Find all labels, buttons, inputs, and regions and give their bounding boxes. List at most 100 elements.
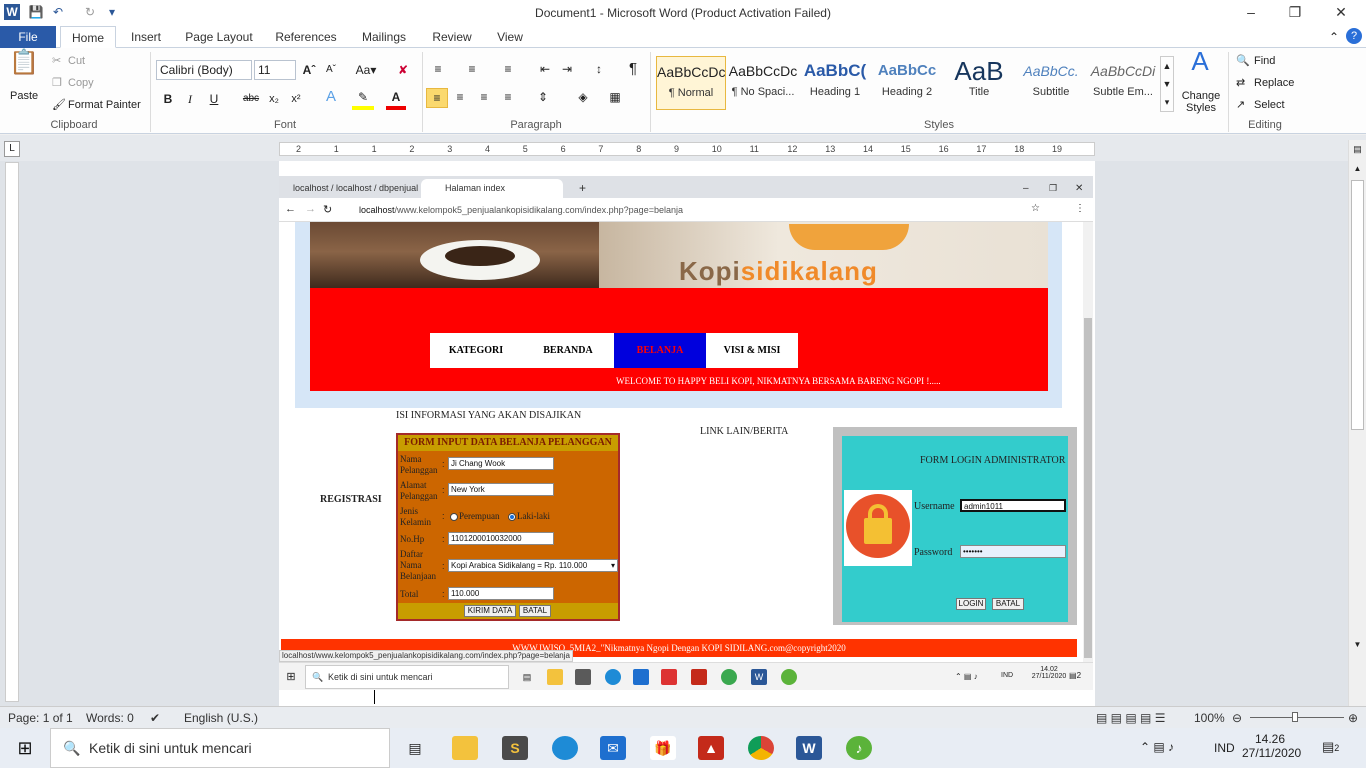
- mail-icon[interactable]: ✉: [600, 736, 626, 760]
- copy-button[interactable]: Copy: [68, 77, 94, 89]
- store-icon[interactable]: 🎁: [650, 736, 676, 760]
- tab-file[interactable]: File: [0, 26, 56, 48]
- minimize-ribbon-icon[interactable]: ⌃: [1326, 28, 1342, 46]
- numbering-icon[interactable]: ≡: [462, 60, 482, 78]
- tab-review[interactable]: Review: [424, 26, 480, 48]
- minimize-button[interactable]: –: [1236, 4, 1266, 20]
- format-painter-button[interactable]: Format Painter: [68, 99, 141, 111]
- line-spacing-icon[interactable]: ⇕: [532, 88, 554, 106]
- sublime-icon[interactable]: S: [502, 736, 528, 760]
- zoom-out-icon[interactable]: ⊖: [1232, 711, 1242, 725]
- reload-icon[interactable]: ↻: [323, 203, 332, 216]
- inner-lang[interactable]: IND: [1001, 672, 1013, 679]
- italic-icon[interactable]: I: [182, 90, 198, 108]
- find-icon[interactable]: 🔍: [1236, 54, 1250, 67]
- inner-acrobat-icon[interactable]: [691, 669, 707, 685]
- browser-minimize-icon[interactable]: –: [1015, 179, 1029, 198]
- font-name-select[interactable]: Calibri (Body): [156, 60, 252, 80]
- underline-icon[interactable]: U: [206, 90, 222, 108]
- login-button[interactable]: LOGIN: [956, 598, 986, 610]
- cut-button[interactable]: Cut: [68, 55, 85, 67]
- change-styles-button[interactable]: Change Styles: [1178, 90, 1224, 114]
- bullets-icon[interactable]: ≡: [428, 60, 448, 78]
- tab-insert[interactable]: Insert: [120, 26, 172, 48]
- sort-icon[interactable]: ↕: [590, 60, 608, 78]
- scroll-thumb[interactable]: [1351, 180, 1364, 430]
- inner-app-icon[interactable]: [575, 669, 591, 685]
- scroll-up-icon[interactable]: ▲: [1351, 164, 1364, 173]
- language-indicator[interactable]: English (U.S.): [184, 711, 258, 725]
- inner-notification-icon[interactable]: ▤2: [1069, 671, 1081, 680]
- view-mode-icons[interactable]: ▤ ▤ ▤ ▤ ☰: [1096, 711, 1165, 725]
- acrobat-icon[interactable]: ▲: [698, 736, 724, 760]
- inner-word-icon[interactable]: W: [751, 669, 767, 685]
- text-effects-icon[interactable]: A: [320, 88, 342, 106]
- system-tray-icons[interactable]: ⌃ ▤ ♪: [1140, 740, 1174, 754]
- inner-start-icon[interactable]: ⊞: [283, 669, 299, 685]
- username-input[interactable]: admin1011: [960, 499, 1066, 512]
- zoom-level[interactable]: 100%: [1194, 711, 1225, 725]
- superscript-icon[interactable]: x²: [288, 90, 304, 108]
- forward-icon[interactable]: →: [305, 203, 316, 215]
- highlight-icon[interactable]: ✎: [352, 88, 374, 110]
- clock[interactable]: 14.26 27/11/2020: [1242, 732, 1301, 760]
- bookmark-star-icon[interactable]: ☆: [1031, 203, 1040, 214]
- tab-references[interactable]: References: [268, 26, 344, 48]
- show-marks-icon[interactable]: ¶: [624, 60, 642, 78]
- total-input[interactable]: 110.000: [448, 587, 554, 600]
- alamat-input[interactable]: New York: [448, 483, 554, 496]
- replace-button[interactable]: Replace: [1254, 77, 1294, 89]
- inner-mail-icon[interactable]: [633, 669, 649, 685]
- maximize-button[interactable]: ❐: [1280, 4, 1310, 21]
- password-input[interactable]: •••••••: [960, 545, 1066, 558]
- registrasi-label[interactable]: REGISTRASI: [320, 494, 382, 505]
- task-view-icon[interactable]: ▤: [402, 736, 428, 760]
- cut-icon[interactable]: ✂: [52, 54, 61, 67]
- style-heading-2[interactable]: AaBbCc Heading 2: [872, 56, 942, 110]
- replace-icon[interactable]: ⇄: [1236, 76, 1245, 89]
- zoom-slider-thumb[interactable]: [1292, 712, 1298, 722]
- taskbar-search-box[interactable]: 🔍 Ketik di sini untuk mencari: [50, 728, 390, 768]
- vertical-scrollbar[interactable]: ▤ ▲ ▼: [1348, 140, 1366, 706]
- nav-beranda[interactable]: BERANDA: [522, 333, 614, 368]
- chrome-icon[interactable]: [748, 736, 774, 760]
- tab-page-layout[interactable]: Page Layout: [178, 26, 260, 48]
- increase-indent-icon[interactable]: ⇥: [558, 60, 576, 78]
- decrease-indent-icon[interactable]: ⇤: [536, 60, 554, 78]
- tab-view[interactable]: View: [488, 26, 532, 48]
- style-no-spacing[interactable]: AaBbCcDc ¶ No Spaci...: [728, 56, 798, 110]
- change-styles-icon[interactable]: A: [1182, 48, 1218, 74]
- inner-tray-icons[interactable]: ⌃ ▤ ♪: [955, 672, 978, 681]
- browser-close-icon[interactable]: ✕: [1067, 179, 1083, 198]
- horizontal-ruler[interactable]: 2 1 1 2 3 4 5 6 7 8 9 10 11 12 13 14 15 16 17 18 19: [279, 142, 1095, 156]
- nav-kategori[interactable]: KATEGORI: [430, 333, 522, 368]
- paste-label[interactable]: Paste: [10, 90, 38, 102]
- multilevel-list-icon[interactable]: ≡: [498, 60, 518, 78]
- language-tray[interactable]: IND: [1214, 741, 1235, 755]
- vertical-ruler[interactable]: [5, 162, 19, 702]
- nama-input[interactable]: Ji Chang Wook: [448, 457, 554, 470]
- view-ruler-icon[interactable]: ▤: [1351, 144, 1364, 158]
- browser-maximize-icon[interactable]: ❐: [1041, 179, 1057, 198]
- select-button[interactable]: Select: [1254, 99, 1285, 111]
- format-painter-icon[interactable]: 🖌: [52, 98, 66, 111]
- word-count[interactable]: Words: 0: [86, 711, 134, 725]
- nav-visi-misi[interactable]: VISI & MISI: [706, 333, 798, 368]
- notification-icon[interactable]: ▤2: [1322, 739, 1339, 755]
- align-left-icon[interactable]: ≡: [426, 88, 448, 108]
- align-center-icon[interactable]: ≡: [450, 88, 470, 106]
- grow-font-icon[interactable]: Aˆ: [300, 61, 318, 79]
- url-field[interactable]: localhost/www.kelompok5_penjualankopisid…: [359, 205, 683, 215]
- scroll-down-icon[interactable]: ▼: [1351, 640, 1364, 649]
- inner-task-view-icon[interactable]: ▤: [519, 669, 535, 685]
- subscript-icon[interactable]: x₂: [266, 90, 282, 108]
- close-button[interactable]: ✕: [1326, 4, 1356, 21]
- new-tab-icon[interactable]: +: [571, 179, 586, 198]
- browser-scroll-thumb[interactable]: [1084, 318, 1092, 658]
- shading-icon[interactable]: ◈: [572, 88, 594, 106]
- styles-scroll-icon[interactable]: ▲ ▼ ▾: [1160, 56, 1174, 112]
- browser-menu-icon[interactable]: ⋮: [1075, 203, 1085, 214]
- edge-icon[interactable]: [552, 736, 578, 760]
- font-size-select[interactable]: 11: [254, 60, 296, 80]
- tab-home[interactable]: Home: [60, 26, 116, 48]
